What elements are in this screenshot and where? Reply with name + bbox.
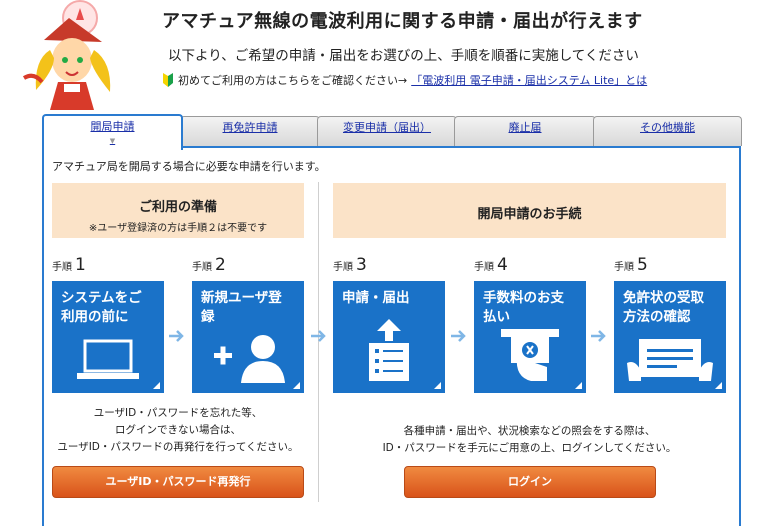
beginner-note: 初めてご利用の方はこちらをご確認ください→ 「電波利用 電子申請・届出システム … xyxy=(162,72,647,88)
step-card-application[interactable]: 申請・届出 xyxy=(333,281,445,393)
laptop-icon xyxy=(77,339,139,379)
tab-change-application[interactable]: 変更申請（届出） xyxy=(317,116,457,146)
prep-header: ご利用の準備 ※ユーザ登録済の方は手順２は不要です xyxy=(52,183,304,238)
page-subtitle: 以下より、ご希望の申請・届出をお選びの上、手順を順番に実施してください xyxy=(168,48,639,64)
step-label-5: 手順 5 xyxy=(614,255,648,275)
login-description: 各種申請・届出や、状況検索などの照会をする際は、 ID・パスワードを手元にご用意… xyxy=(382,425,677,454)
about-system-link[interactable]: 「電波利用 電子申請・届出システム Lite」とは xyxy=(411,72,647,88)
beginner-note-text: 初めてご利用の方はこちらをご確認ください→ xyxy=(178,74,408,87)
step-card-before-use[interactable]: システムをご利用の前に xyxy=(52,281,164,393)
step-card-payment[interactable]: 手数料のお支払い xyxy=(474,281,586,393)
arrow-right-icon xyxy=(591,330,606,342)
tab-other-functions[interactable]: その他機能 xyxy=(593,116,742,146)
procedure-title: 開局申請のお手続 xyxy=(477,207,582,222)
tab-abolition[interactable]: 廃止届 xyxy=(454,116,596,146)
document-upload-icon xyxy=(369,319,409,381)
step-label-1: 手順 1 xyxy=(52,255,86,275)
license-certificate-icon xyxy=(627,339,713,381)
login-button[interactable]: ログイン xyxy=(404,466,656,498)
step-card-title: 免許状の受取方法の確認 xyxy=(623,290,704,325)
page-title: アマチュア無線の電波利用に関する申請・届出が行えます xyxy=(162,11,643,32)
active-caret-icon: ▼ xyxy=(109,137,116,145)
beginner-mark-icon xyxy=(163,73,173,87)
atm-payment-icon xyxy=(501,329,559,381)
prep-title: ご利用の準備 xyxy=(138,200,217,215)
tab-label: 開局申請 xyxy=(90,120,135,133)
prep-subtitle: ※ユーザ登録済の方は手順２は不要です xyxy=(88,223,268,234)
step-card-title: 手数料のお支払い xyxy=(483,290,564,325)
tab-bar: 開局申請 ▼ 再免許申請 変更申請（届出） 廃止届 その他機能 xyxy=(42,114,742,150)
arrow-right-icon xyxy=(451,330,466,342)
step-card-license-receipt[interactable]: 免許状の受取方法の確認 xyxy=(614,281,726,393)
intro-text: アマチュア局を開局する場合に必要な申請を行います。 xyxy=(52,160,326,173)
reissue-description: ユーザID・パスワードを忘れた等、 ログインできない場合は、 ユーザID・パスワ… xyxy=(57,407,299,453)
arrow-right-icon xyxy=(169,330,184,342)
arrow-right-icon xyxy=(311,330,326,342)
step-label-2: 手順 2 xyxy=(192,255,226,275)
step-label-3: 手順 3 xyxy=(333,255,367,275)
add-user-icon xyxy=(214,335,285,383)
mascot-logo xyxy=(22,0,111,110)
tab-relicense[interactable]: 再免許申請 xyxy=(180,116,320,146)
step-card-title: システムをご利用の前に xyxy=(61,290,142,325)
tab-opening-application[interactable]: 開局申請 ▼ xyxy=(42,114,183,150)
step-card-title: 申請・届出 xyxy=(342,290,410,306)
reissue-button[interactable]: ユーザID・パスワード再発行 xyxy=(52,466,304,498)
step-card-new-user[interactable]: 新規ユーザ登録 xyxy=(192,281,304,393)
procedure-header: 開局申請のお手続 xyxy=(333,183,726,238)
step-card-title: 新規ユーザ登録 xyxy=(201,290,282,325)
step-label-4: 手順 4 xyxy=(474,255,508,275)
